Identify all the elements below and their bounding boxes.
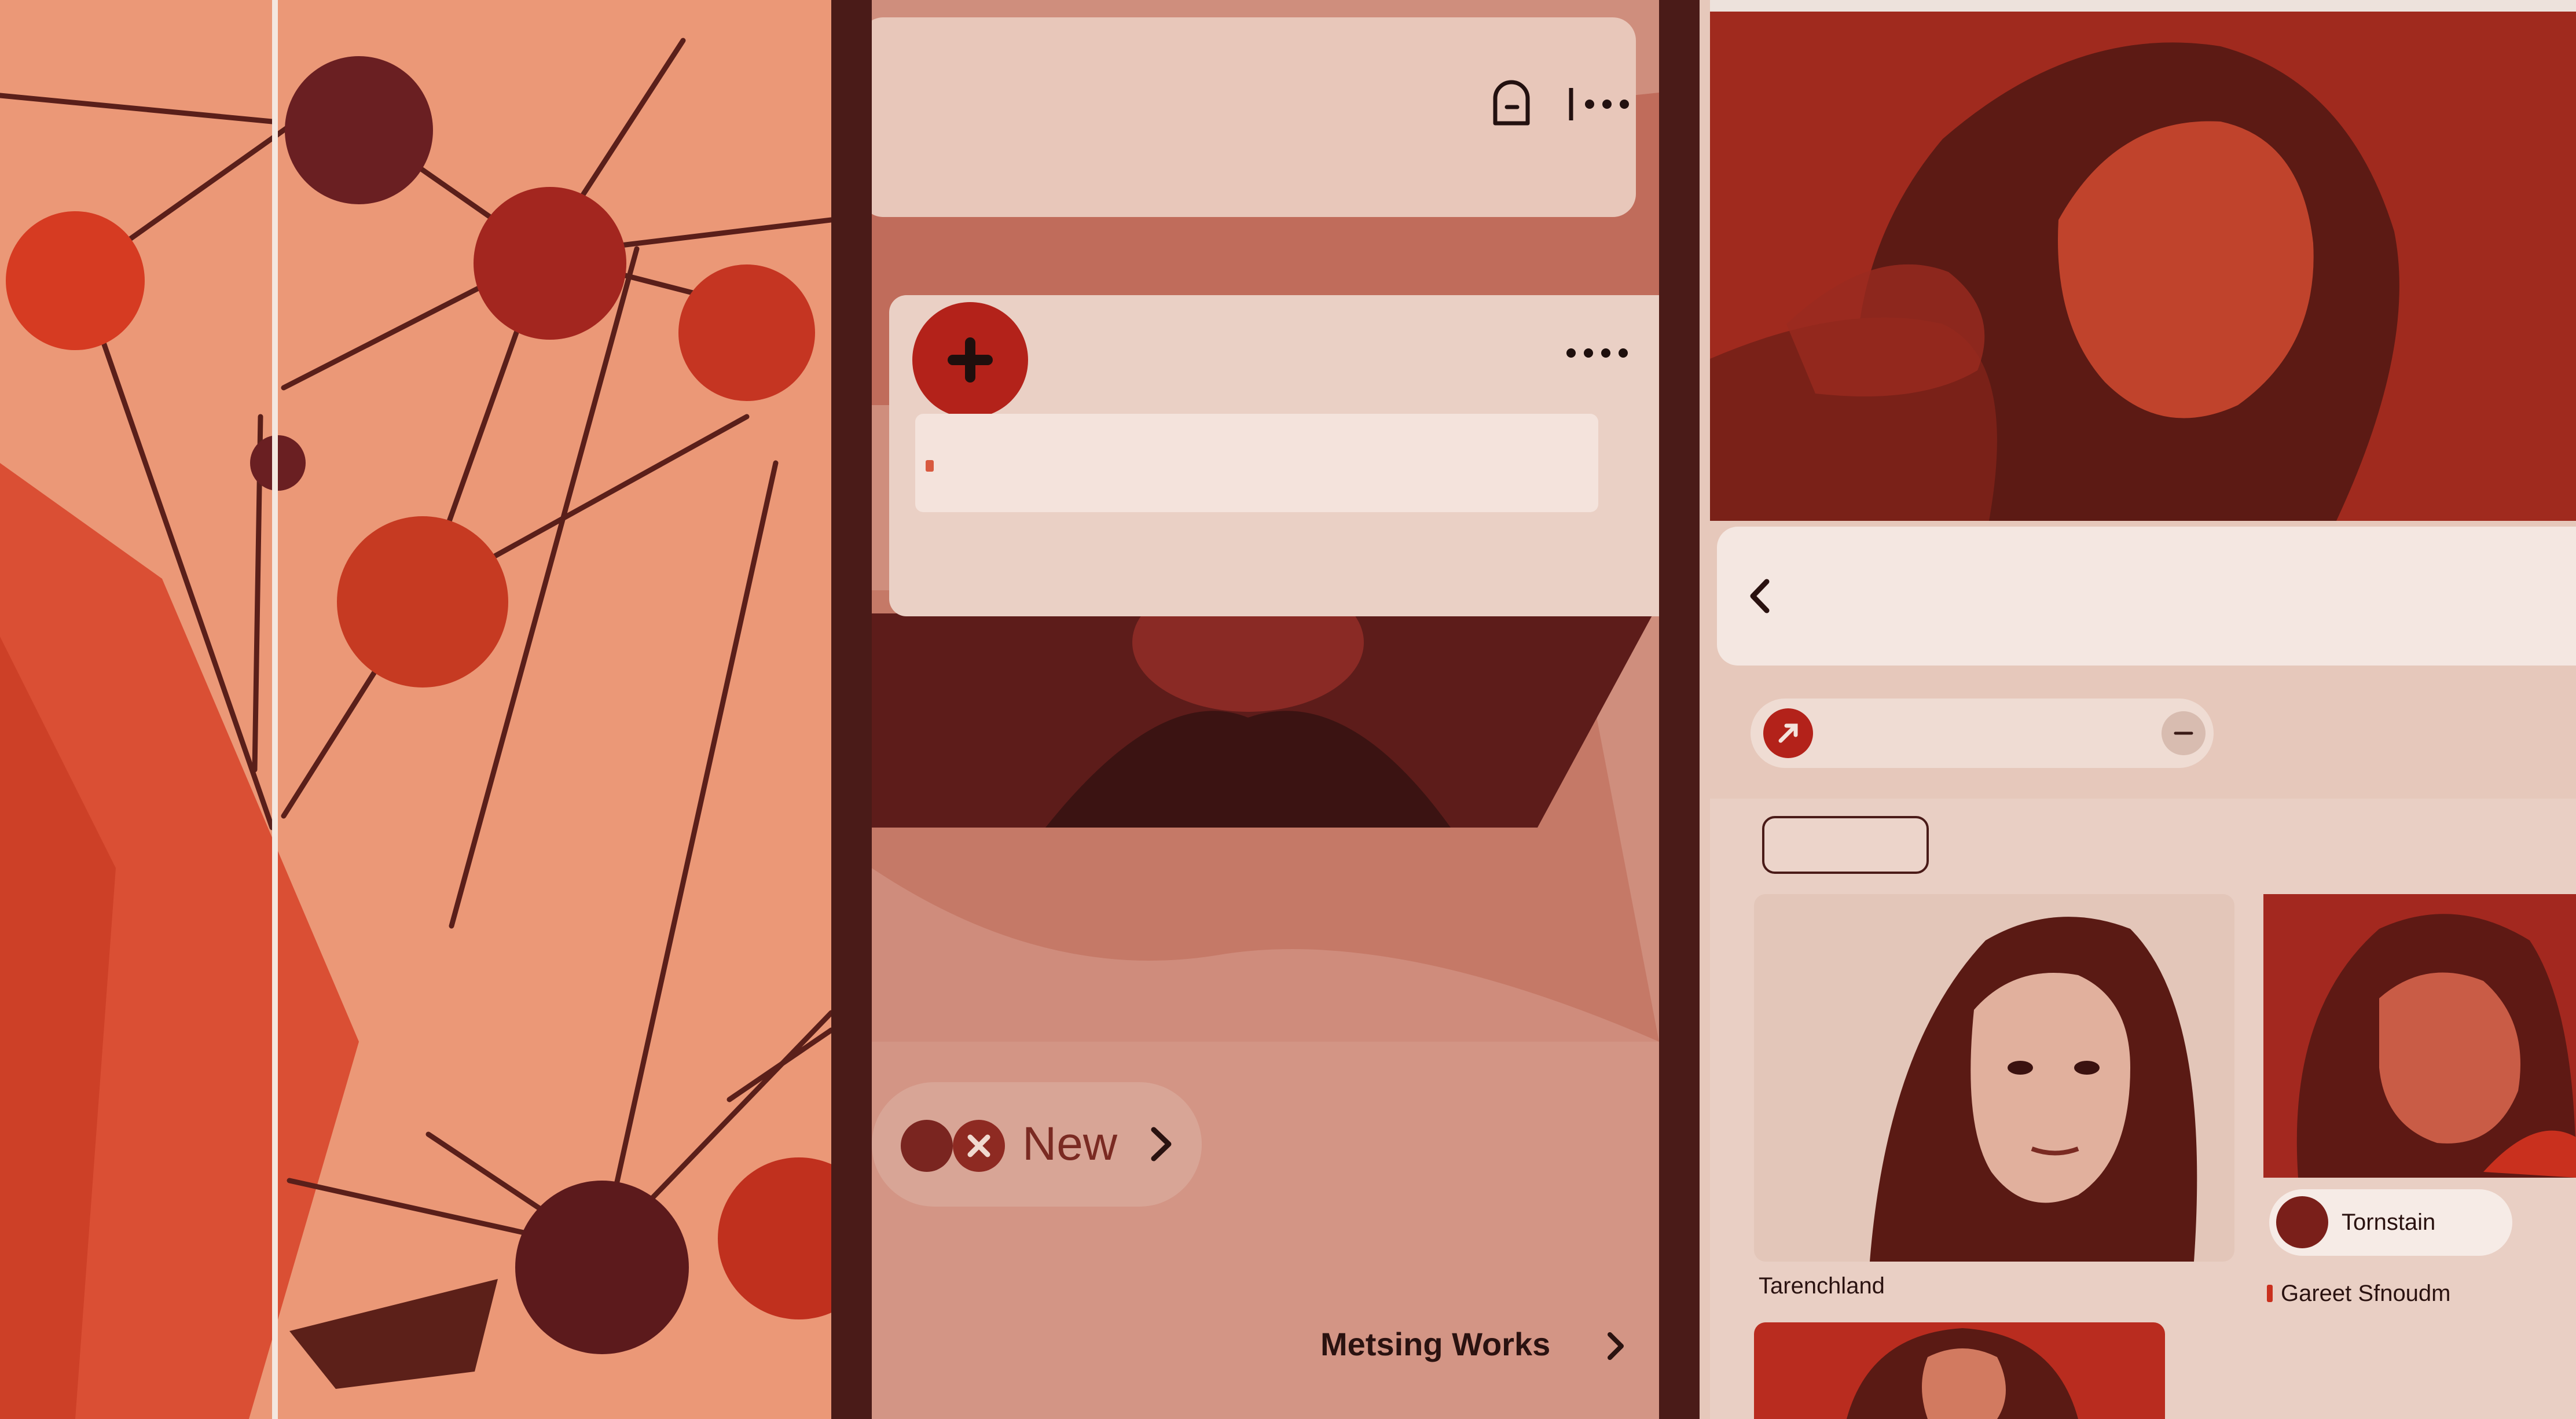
chevron-right-icon	[1604, 1330, 1627, 1365]
pin-icon	[1763, 708, 1813, 758]
nav-bar	[1717, 527, 2576, 666]
plus-icon[interactable]	[912, 302, 1028, 418]
composer-panel: New Metsing Works	[831, 0, 1700, 1419]
author-badge-label: Tornstain	[2342, 1210, 2436, 1235]
portrait-thumbnail-image	[1847, 1328, 2078, 1419]
works-link-label: Metsing Works	[1320, 1326, 1551, 1362]
x-badge-icon	[953, 1120, 1005, 1172]
portrait-thumbnail-image	[1754, 894, 2234, 1262]
gallery-tile-partial[interactable]	[1754, 1322, 2165, 1419]
network-artwork	[0, 0, 831, 1419]
composer-screen: New Metsing Works	[872, 0, 1659, 1419]
status-dot	[2267, 1285, 2273, 1302]
new-chip-label: New	[1022, 1117, 1118, 1170]
portrait-thumbnail-image	[2263, 894, 2576, 1178]
chevron-left-icon[interactable]	[1740, 573, 1781, 619]
top-bar	[872, 17, 1636, 217]
tile-caption: Gareet Sfnoudm	[2281, 1281, 2451, 1306]
composer-card	[889, 295, 1659, 616]
search-pill[interactable]	[1751, 699, 2214, 768]
gallery-tile[interactable]: Tarenchland	[1754, 894, 2234, 1322]
message-input[interactable]	[915, 414, 1598, 512]
new-chip[interactable]: New	[872, 1082, 1202, 1207]
overflow-menu-icon[interactable]	[1566, 81, 1636, 127]
chevron-right-icon	[1147, 1124, 1176, 1167]
gallery-panel: Tarenchland Tornstain Gareet Sfnoudm	[1700, 0, 2576, 1419]
more-dots-icon[interactable]	[1566, 348, 1628, 358]
stack-icon	[901, 1120, 953, 1172]
abstract-art-panel	[0, 0, 831, 1419]
filter-chip[interactable]	[1762, 816, 1929, 874]
author-badge[interactable]: Tornstain	[2269, 1189, 2512, 1256]
text-cursor	[926, 460, 934, 472]
tile-caption: Tarenchland	[1759, 1273, 1885, 1299]
hero-portrait-image	[1710, 12, 2576, 521]
works-link[interactable]: Metsing Works	[1320, 1325, 1645, 1366]
avatar	[2276, 1196, 2328, 1248]
ghost-icon[interactable]	[1480, 69, 1543, 133]
minus-icon[interactable]	[2162, 711, 2206, 755]
gallery-tile[interactable]: Tornstain Gareet Sfnoudm	[2263, 894, 2576, 1322]
triptych-screen: New Metsing Works Tarenchland Tornstain …	[0, 0, 2576, 1419]
